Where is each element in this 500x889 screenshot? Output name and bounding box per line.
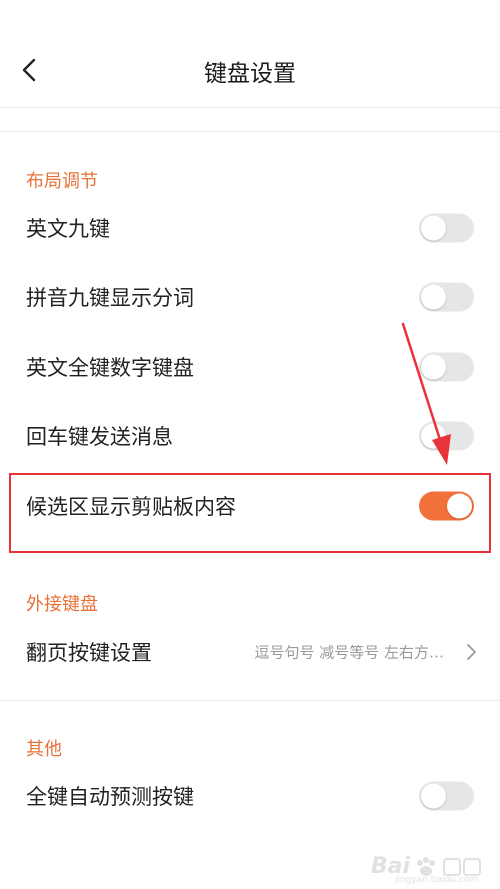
- header-bar: 键盘设置: [0, 0, 500, 108]
- toggle-switch[interactable]: [419, 781, 474, 811]
- section-title-other: 其他: [26, 739, 62, 760]
- setting-label: 英文全键数字键盘: [26, 356, 194, 380]
- toggle-switch[interactable]: [419, 421, 474, 451]
- section-title-external-keyboard: 外接键盘: [26, 594, 98, 615]
- section-title-layout: 布局调节: [26, 171, 98, 192]
- setting-label: 翻页按键设置: [26, 641, 152, 665]
- page-title: 键盘设置: [204, 61, 296, 87]
- setting-row-number-keyboard[interactable]: 英文全键数字键盘: [0, 337, 500, 397]
- highlight-annotation-box: [9, 473, 491, 553]
- setting-label: 英文九键: [26, 217, 110, 241]
- toggle-switch[interactable]: [419, 213, 474, 243]
- setting-label: 全键自动预测按键: [26, 785, 194, 809]
- watermark: Bai jingyan.baidu.com: [371, 854, 482, 885]
- toggle-switch[interactable]: [419, 282, 474, 312]
- setting-row-page-keys[interactable]: 翻页按键设置 逗号句号 减号等号 左右方…: [0, 622, 500, 682]
- section-divider: [0, 700, 500, 701]
- section-divider: [0, 131, 500, 132]
- setting-row-enter-send[interactable]: 回车键发送消息: [0, 406, 500, 466]
- toggle-knob: [421, 783, 446, 809]
- toggle-knob: [421, 215, 446, 241]
- setting-value: 逗号句号 减号等号 左右方…: [254, 643, 444, 662]
- watermark-subtext: jingyan.baidu.com: [394, 875, 478, 885]
- setting-label: 拼音九键显示分词: [26, 286, 194, 310]
- toggle-knob: [421, 284, 446, 310]
- toggle-knob: [421, 354, 446, 380]
- setting-row-auto-predict[interactable]: 全键自动预测按键: [0, 766, 500, 826]
- setting-row-english-nine-key[interactable]: 英文九键: [0, 198, 500, 258]
- setting-label: 回车键发送消息: [26, 425, 173, 449]
- toggle-knob: [421, 423, 446, 449]
- toggle-switch[interactable]: [419, 352, 474, 382]
- chevron-right-icon: [467, 644, 476, 660]
- setting-row-pinyin-segmentation[interactable]: 拼音九键显示分词: [0, 267, 500, 327]
